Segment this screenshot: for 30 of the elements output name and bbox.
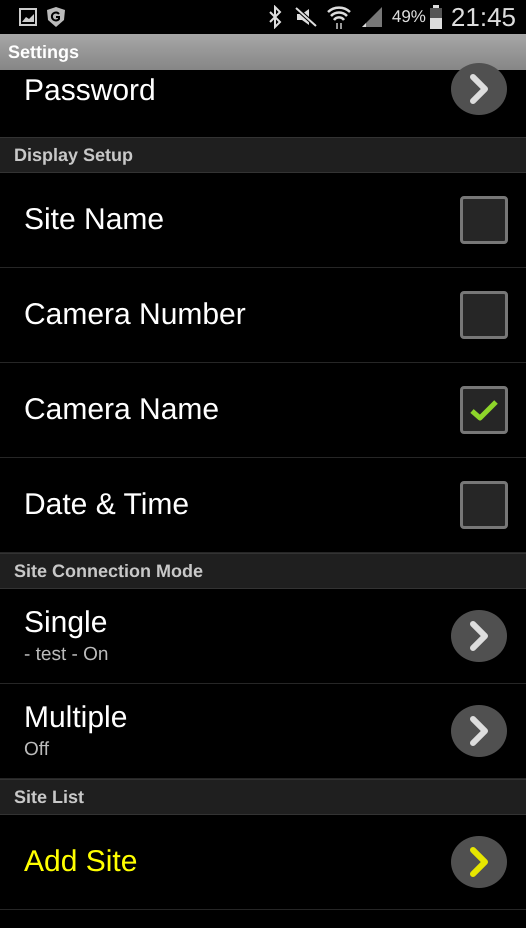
setting-label[interactable]: Add Site xyxy=(24,845,138,879)
checkbox[interactable] xyxy=(460,481,508,529)
wifi-icon xyxy=(326,4,352,30)
clock: 21:45 xyxy=(450,2,516,32)
setting-label[interactable]: Site Name xyxy=(24,203,164,237)
screen-title: Settings xyxy=(8,42,80,62)
signal-icon xyxy=(360,5,384,29)
battery-percent: 49% xyxy=(392,7,426,27)
section-header: Site Connection Mode xyxy=(0,553,526,589)
section-header: Site List xyxy=(0,779,526,815)
setting-label[interactable]: Password xyxy=(24,74,156,108)
setting-label[interactable]: Date & Time xyxy=(24,488,190,522)
section-header: Display Setup xyxy=(0,137,526,173)
battery-icon xyxy=(428,5,443,29)
chevron-button[interactable] xyxy=(450,62,508,116)
setting-summary: Off xyxy=(24,739,49,761)
checkbox[interactable] xyxy=(460,196,508,244)
chevron-button[interactable] xyxy=(450,835,508,889)
setting-label[interactable]: Camera Number xyxy=(24,298,246,332)
setting-summary: - test - On xyxy=(24,644,108,666)
chevron-button[interactable] xyxy=(450,609,508,663)
setting-label[interactable]: Single xyxy=(24,606,108,640)
gallery-icon xyxy=(18,7,38,27)
chevron-button[interactable] xyxy=(450,704,508,758)
mute-icon xyxy=(294,6,318,28)
checkbox[interactable] xyxy=(460,386,508,434)
setting-label[interactable]: Camera Name xyxy=(24,393,220,427)
checkbox[interactable] xyxy=(460,291,508,339)
shield-icon xyxy=(46,6,66,28)
setting-label[interactable]: Multiple xyxy=(24,701,128,735)
